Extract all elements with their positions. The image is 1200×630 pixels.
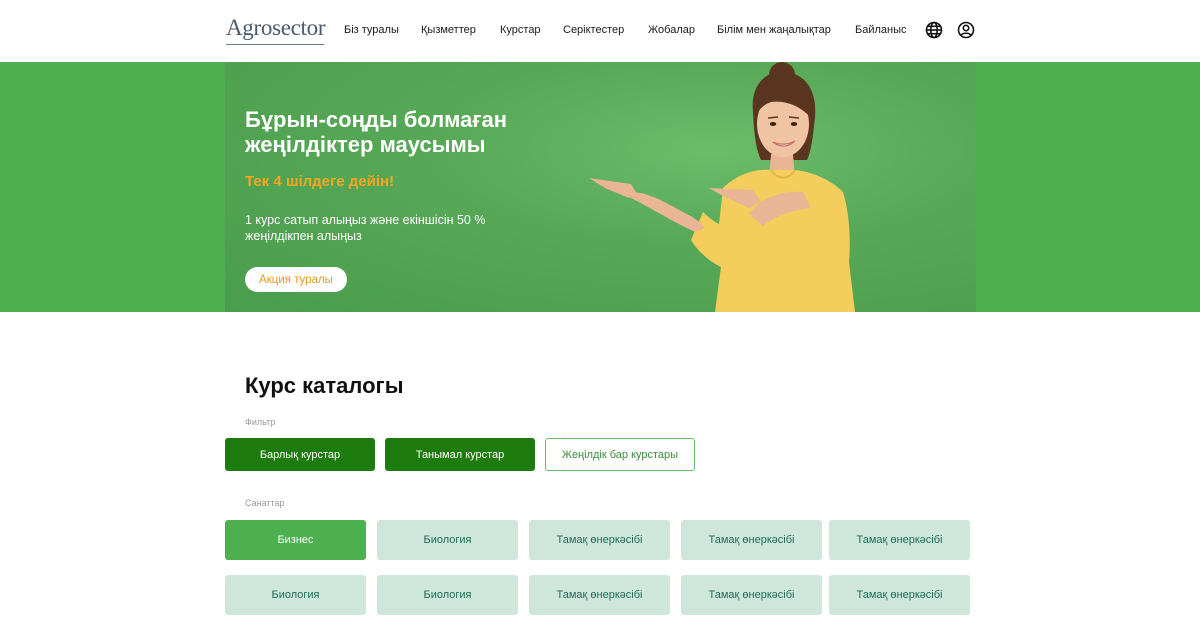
filter-popular-courses[interactable]: Танымал курстар	[385, 438, 535, 471]
category-food-industry[interactable]: Тамақ өнеркәсібі	[681, 520, 822, 560]
user-icon[interactable]	[957, 21, 975, 39]
logo-text: Agrosector	[226, 15, 326, 40]
globe-icon[interactable]	[925, 21, 943, 39]
filter-discount-courses[interactable]: Жеңілдік бар курстары	[545, 438, 695, 471]
nav-item-contact[interactable]: Байланыс	[855, 22, 907, 38]
category-business[interactable]: Бизнес	[225, 520, 366, 560]
hero-title: Бұрын-соңды болмаған жеңілдіктер маусымы	[245, 107, 508, 157]
category-food-industry[interactable]: Тамақ өнеркәсібі	[529, 520, 670, 560]
promo-button[interactable]: Акция туралы	[245, 267, 347, 292]
category-biology[interactable]: Биология	[377, 575, 518, 615]
catalog-title: Курс каталогы	[245, 373, 404, 398]
category-biology[interactable]: Биология	[225, 575, 366, 615]
nav-item-news[interactable]: Білім мен жаңалықтар	[717, 22, 831, 38]
categories-label: Санаттар	[245, 498, 285, 508]
logo[interactable]: Agrosector	[226, 15, 326, 45]
filter-all-courses[interactable]: Барлық курстар	[225, 438, 375, 471]
nav-item-projects[interactable]: Жобалар	[648, 22, 695, 38]
nav-item-services[interactable]: Қызметтер	[421, 22, 476, 38]
category-food-industry[interactable]: Тамақ өнеркәсібі	[529, 575, 670, 615]
nav-item-partners[interactable]: Серіктестер	[563, 22, 624, 38]
nav-item-about[interactable]: Біз туралы	[344, 22, 399, 38]
category-food-industry[interactable]: Тамақ өнеркәсібі	[829, 575, 970, 615]
category-food-industry[interactable]: Тамақ өнеркәсібі	[681, 575, 822, 615]
hero-banner: Бұрын-соңды болмаған жеңілдіктер маусымы…	[225, 62, 976, 312]
nav-item-courses[interactable]: Курстар	[500, 22, 541, 38]
hero-text: 1 курс сатып алыңыз және екіншісін 50 % …	[245, 213, 486, 243]
site-header: Agrosector Біз туралы Қызметтер Курстар …	[0, 0, 1200, 62]
filter-label: Фильтр	[245, 417, 276, 427]
category-biology[interactable]: Биология	[377, 520, 518, 560]
hero-person-image	[589, 62, 855, 312]
hero-subtitle: Тек 4 шілдеге дейін!	[245, 173, 395, 190]
category-food-industry[interactable]: Тамақ өнеркәсібі	[829, 520, 970, 560]
